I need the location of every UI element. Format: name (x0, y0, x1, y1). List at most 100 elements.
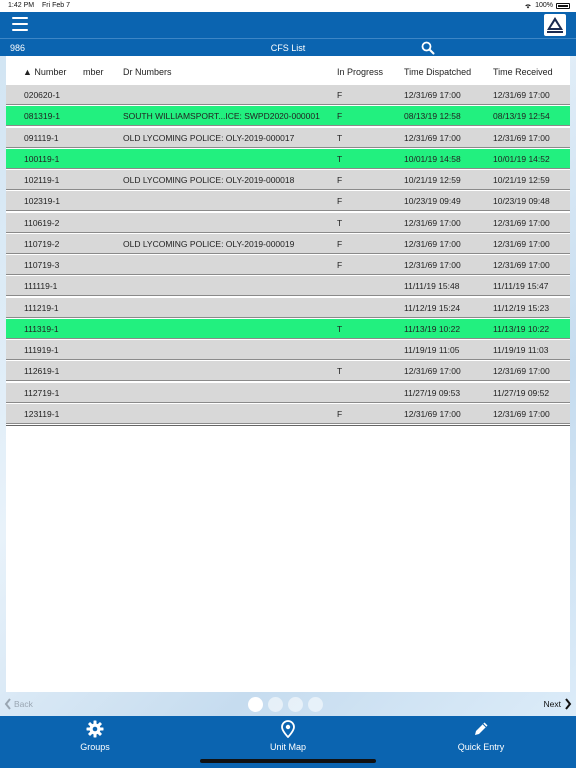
table-row[interactable]: 100119-1 T 10/01/19 14:58 10/01/19 14:52 (6, 148, 570, 169)
table-header: ▲ Number mber Dr Numbers In Progress Tim… (6, 56, 570, 85)
cell-number: 110719-3 (24, 260, 60, 270)
status-bar: 1:42 PM Fri Feb 7 100% (0, 0, 576, 12)
tab-quick-entry[interactable]: Quick Entry (421, 720, 541, 752)
column-header-dr-numbers[interactable]: Dr Numbers (123, 67, 172, 77)
table-row[interactable]: 112619-1 T 12/31/69 17:00 12/31/69 17:00 (6, 361, 570, 382)
chevron-left-icon (4, 698, 11, 710)
table-bottom-border (6, 425, 570, 426)
page-dot[interactable] (288, 697, 303, 712)
cell-time-dispatched: 12/31/69 17:00 (404, 217, 461, 228)
table-row[interactable]: 123119-1 F 12/31/69 17:00 12/31/69 17:00 (6, 403, 570, 424)
search-icon[interactable] (421, 41, 435, 55)
cfs-table: ▲ Number mber Dr Numbers In Progress Tim… (6, 56, 570, 692)
column-header-member[interactable]: mber (83, 67, 104, 77)
cell-time-dispatched: 10/21/19 12:59 (404, 175, 461, 185)
table-row[interactable]: 110719-3 F 12/31/69 17:00 12/31/69 17:00 (6, 255, 570, 275)
table-row[interactable]: 111919-1 11/19/19 11:05 11/19/19 11:03 (6, 340, 570, 360)
table-row[interactable]: 110719-2 OLD LYCOMING POLICE: OLY-2019-00… (6, 233, 570, 254)
cell-time-dispatched: 12/31/69 17:00 (404, 366, 461, 377)
next-button[interactable]: Next (544, 698, 572, 710)
table-row[interactable]: 091119-1 OLD LYCOMING POLICE: OLY-2019-00… (6, 127, 570, 148)
status-time: 1:42 PM (8, 2, 35, 9)
cell-in-progress: F (337, 260, 343, 270)
cell-in-progress: F (337, 238, 343, 249)
table-row[interactable]: 110619-2 T 12/31/69 17:00 12/31/69 17:00 (6, 212, 570, 233)
cell-in-progress: F (337, 196, 343, 207)
table-row[interactable]: 081319-1 SOUTH WILLIAMSPORT...ICE: SWPD20… (6, 106, 570, 127)
cell-time-received: 12/31/69 17:00 (493, 366, 550, 377)
table-row[interactable]: 020620-1 F 12/31/69 17:00 12/31/69 17:00 (6, 85, 570, 105)
column-header-time-dispatched[interactable]: Time Dispatched (404, 67, 471, 77)
tab-quick-entry-label: Quick Entry (457, 742, 505, 752)
cell-time-dispatched: 10/23/19 09:49 (404, 196, 461, 207)
table-row[interactable]: 102319-1 F 10/23/19 09:49 10/23/19 09:48 (6, 191, 570, 212)
cell-time-dispatched: 11/11/19 15:48 (404, 281, 460, 292)
cell-number: 102319-1 (24, 196, 60, 207)
page-dot[interactable] (248, 697, 263, 712)
cell-time-received: 08/13/19 12:54 (493, 111, 550, 122)
cell-number: 081319-1 (24, 111, 60, 122)
page-title: CFS List (270, 43, 306, 53)
cell-time-received: 12/31/69 17:00 (493, 132, 550, 143)
cell-number: 112619-1 (24, 366, 60, 377)
column-header-in-progress[interactable]: In Progress (337, 67, 383, 77)
tab-unit-map[interactable]: Unit Map (228, 720, 348, 752)
cell-time-received: 12/31/69 17:00 (493, 238, 550, 249)
column-header-time-received[interactable]: Time Received (493, 67, 553, 77)
cell-number: 100119-1 (24, 153, 60, 164)
cell-time-received: 11/11/19 15:47 (493, 281, 549, 292)
app-logo-icon (544, 14, 566, 36)
battery-icon (556, 3, 570, 9)
tab-groups-label: Groups (80, 742, 110, 752)
column-header-number[interactable]: ▲ Number (23, 67, 66, 77)
cell-in-progress: F (337, 408, 343, 419)
back-label: Back (14, 699, 33, 709)
cell-time-received: 12/31/69 17:00 (493, 408, 550, 419)
pencil-icon (475, 722, 488, 735)
menu-icon[interactable] (12, 17, 28, 31)
pager: Back Next (0, 694, 576, 716)
table-row[interactable]: 111219-1 11/12/19 15:24 11/12/19 15:23 (6, 297, 570, 318)
cell-time-dispatched: 12/31/69 17:00 (404, 408, 461, 419)
status-date: Fri Feb 7 (42, 2, 71, 9)
tab-groups[interactable]: Groups (35, 720, 155, 752)
cell-number: 112719-1 (24, 387, 60, 398)
cell-time-dispatched: 11/19/19 11:05 (404, 345, 460, 355)
cell-time-received: 10/21/19 12:59 (493, 175, 550, 185)
cell-time-received: 10/01/19 14:52 (493, 153, 550, 164)
page-dot[interactable] (308, 697, 323, 712)
table-row[interactable]: 111119-1 11/11/19 15:48 11/11/19 15:47 (6, 276, 570, 297)
cell-time-received: 12/31/69 17:00 (493, 90, 550, 100)
cell-number: 110619-2 (24, 217, 60, 228)
cell-time-received: 11/27/19 09:52 (493, 387, 550, 398)
cell-time-received: 11/19/19 11:03 (493, 345, 549, 355)
back-button[interactable]: Back (4, 698, 33, 710)
gear-icon (86, 720, 104, 738)
cell-in-progress: T (337, 153, 343, 164)
top-nav-bar (0, 12, 576, 38)
cell-dr-numbers: OLD LYCOMING POLICE: OLY-2019-000017 (123, 132, 295, 143)
cell-time-dispatched: 11/12/19 15:24 (404, 302, 461, 313)
page-dot[interactable] (268, 697, 283, 712)
cell-number: 111319-1 (24, 323, 59, 334)
cell-in-progress: T (337, 366, 343, 377)
cell-time-received: 11/13/19 10:22 (493, 323, 550, 334)
cell-number: 111219-1 (24, 302, 59, 313)
tab-unit-map-label: Unit Map (269, 742, 306, 752)
battery-percent: 100% (535, 2, 553, 9)
table-row[interactable]: 102119-1 OLD LYCOMING POLICE: OLY-2019-00… (6, 170, 570, 190)
table-row[interactable]: 112719-1 11/27/19 09:53 11/27/19 09:52 (6, 382, 570, 403)
cell-dr-numbers: SOUTH WILLIAMSPORT...ICE: SWPD2020-00000… (123, 111, 320, 122)
chevron-right-icon (565, 698, 572, 710)
cell-in-progress: F (337, 175, 343, 185)
cell-time-dispatched: 12/31/69 17:00 (404, 132, 461, 143)
cell-number: 110719-2 (24, 238, 60, 249)
cell-time-dispatched: 11/27/19 09:53 (404, 387, 461, 398)
cell-time-received: 12/31/69 17:00 (493, 260, 550, 270)
table-row[interactable]: 111319-1 T 11/13/19 10:22 11/13/19 10:22 (6, 318, 570, 339)
cell-time-dispatched: 12/31/69 17:00 (404, 260, 461, 270)
cell-in-progress: F (337, 90, 343, 100)
cell-number: 020620-1 (24, 90, 60, 100)
cell-in-progress: T (337, 217, 343, 228)
cell-time-dispatched: 12/31/69 17:00 (404, 90, 461, 100)
